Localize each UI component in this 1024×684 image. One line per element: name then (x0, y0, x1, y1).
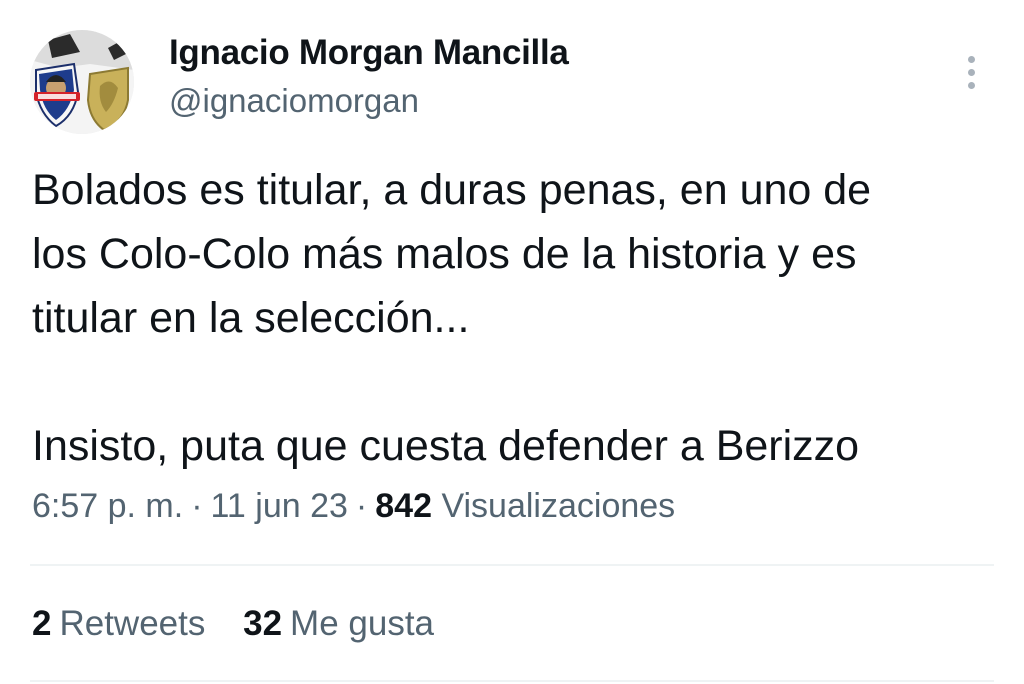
retweets-label: Retweets (59, 604, 206, 643)
divider (30, 680, 994, 682)
likes-label: Me gusta (290, 604, 435, 643)
views-link[interactable]: 842 Visualizaciones (375, 487, 675, 525)
meta-separator: · (191, 487, 203, 525)
more-dot (968, 56, 975, 63)
tweet-line: titular en la selección... (32, 294, 470, 342)
meta-separator: · (355, 487, 368, 525)
tweet-date: 11 jun 23 (210, 487, 348, 525)
more-dot (968, 82, 975, 89)
tweet-time: 6:57 p. m. (32, 487, 184, 525)
likes-stat[interactable]: 32 Me gusta (243, 604, 434, 643)
more-dot (968, 69, 975, 76)
tweet-line: Bolados es titular, a duras penas, en un… (32, 166, 872, 214)
colo-colo-crest-avatar-icon (30, 30, 134, 134)
likes-count: 32 (243, 604, 283, 643)
tweet-line: Insisto, puta que cuesta defender a Beri… (32, 422, 860, 470)
more-options-icon[interactable] (958, 52, 986, 92)
views-count: 842 (375, 487, 432, 525)
tweet-meta: 6:57 p. m. · 11 jun 23 · 842 Visualizaciones (32, 487, 675, 526)
tweet-line: los Colo-Colo más malos de la historia y… (32, 230, 857, 278)
engagement-stats: 2 Retweets 32 Me gusta (32, 604, 462, 644)
avatar[interactable] (30, 30, 134, 134)
timestamp-link[interactable]: 6:57 p. m. · 11 jun 23 (32, 487, 348, 525)
tweet-card: Ignacio Morgan Mancilla @ignaciomorgan B… (0, 0, 1024, 684)
author-name[interactable]: Ignacio Morgan Mancilla (169, 33, 569, 73)
views-label: Visualizaciones (441, 487, 676, 525)
divider (30, 564, 994, 566)
author-handle[interactable]: @ignaciomorgan (169, 82, 419, 120)
tweet-text: Bolados es titular, a duras penas, en un… (32, 158, 992, 478)
retweets-count: 2 (32, 604, 52, 643)
retweets-stat[interactable]: 2 Retweets (32, 604, 205, 643)
